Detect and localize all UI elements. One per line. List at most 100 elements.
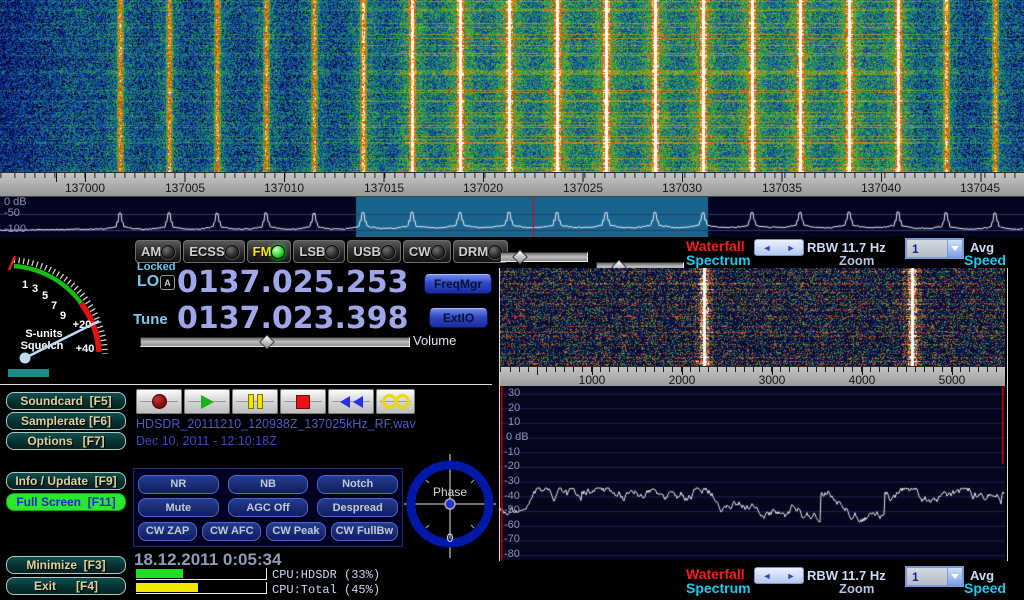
avg-dropdown-2[interactable]: 1 — [905, 566, 964, 587]
mode-button-usb[interactable]: USB — [347, 240, 400, 263]
db-label: -20 — [504, 461, 520, 472]
mode-led-icon — [325, 245, 339, 259]
volume-slider[interactable] — [140, 337, 410, 347]
tune-frequency-display[interactable]: 0137.023.398 — [177, 304, 409, 334]
mode-label: ECSS — [189, 244, 224, 259]
options-button[interactable]: Options [F7] — [6, 432, 126, 450]
agc-off-button[interactable]: AGC Off — [228, 498, 309, 517]
arrow-left-icon[interactable]: ◄ — [763, 571, 772, 581]
db-label: 20 — [508, 403, 520, 414]
mode-button-cw[interactable]: CW — [403, 240, 451, 263]
mode-label: USB — [353, 244, 380, 259]
extio-button[interactable]: ExtIO — [429, 308, 488, 328]
mode-button-lsb[interactable]: LSB — [293, 240, 345, 263]
slider-thumb[interactable] — [259, 334, 275, 350]
cw-peak-button[interactable]: CW Peak — [266, 522, 325, 541]
freq-tick-label: 137040 — [861, 181, 901, 195]
db-label: -50 — [4, 208, 20, 219]
mode-label: LSB — [299, 244, 325, 259]
wav-file-name: HDSDR_20111210_120938Z_137025kHz_RF.wav — [136, 417, 416, 431]
s-meter-label: +40 — [76, 343, 95, 355]
db-label: 10 — [508, 417, 520, 428]
freq-tick-label: 137020 — [463, 181, 503, 195]
arrow-right-icon[interactable]: ► — [787, 243, 796, 253]
af-spectrum-label-2: Spectrum — [686, 580, 751, 596]
avg-dropdown[interactable]: 1 — [905, 238, 964, 259]
mute-button[interactable]: Mute — [138, 498, 219, 517]
db-label: 0 dB — [506, 432, 529, 443]
arrow-right-icon[interactable]: ► — [787, 571, 796, 581]
s-meter-label: 7 — [51, 300, 57, 312]
freqmgr-button[interactable]: FreqMgr — [424, 274, 492, 294]
cpu-hdsdr-bar — [136, 568, 267, 580]
cw-afc-button[interactable]: CW AFC — [202, 522, 261, 541]
despread-button[interactable]: Despread — [317, 498, 398, 517]
wav-file-date: Dec 10, 2011 - 12:10:18Z — [136, 434, 277, 448]
cw-fullbw-button[interactable]: CW FullBw — [331, 522, 398, 541]
locked-label: Locked — [137, 261, 176, 273]
slider-thumb[interactable] — [512, 249, 528, 265]
scale-major-ticks — [500, 367, 1005, 375]
freq-tick-label: 137010 — [264, 181, 304, 195]
mode-label: CW — [409, 244, 431, 259]
af-spectrum-display[interactable]: 30 20 10 0 dB -10 -20 -30 -40 -50 -60 -7… — [500, 386, 1005, 560]
db-label: -80 — [504, 549, 520, 560]
record-button[interactable] — [136, 389, 182, 414]
soundcard-button[interactable]: Soundcard [F5] — [6, 392, 126, 410]
s-units-caption: S-units — [25, 328, 62, 340]
exit-button[interactable]: Exit [F4] — [6, 577, 126, 595]
cw-zap-button[interactable]: CW ZAP — [138, 522, 197, 541]
nr-button[interactable]: NR — [138, 475, 219, 494]
db-label: -50 — [504, 505, 520, 516]
mode-button-am[interactable]: AM — [135, 240, 181, 263]
db-label: 30 — [508, 388, 520, 399]
phase-zero-label: 0 — [447, 531, 454, 545]
af-pan-control[interactable]: ◄ ► — [754, 239, 804, 256]
s-meter-label: 3 — [32, 283, 38, 295]
db-label: -30 — [504, 476, 520, 487]
lo-label: LO — [137, 273, 159, 291]
tune-label: Tune — [133, 311, 168, 328]
dsp-row: NR NB Notch — [138, 475, 398, 494]
speed-label: Speed — [964, 252, 1006, 268]
pause-button[interactable] — [232, 389, 278, 414]
arrow-left-icon[interactable]: ◄ — [763, 243, 772, 253]
fullscreen-button[interactable]: Full Screen [F11] — [6, 493, 126, 511]
mode-button-ecss[interactable]: ECSS — [183, 240, 244, 263]
dropdown-arrow-icon[interactable] — [947, 240, 962, 257]
auto-badge[interactable]: A — [160, 275, 175, 290]
phase-indicator: Phase 0 — [404, 452, 496, 560]
nb-button[interactable]: NB — [228, 475, 309, 494]
mode-button-fm[interactable]: FM — [247, 240, 292, 263]
af-frequency-scale[interactable]: 1000 2000 3000 4000 5000 — [500, 366, 1005, 388]
play-button[interactable] — [184, 389, 230, 414]
mode-label: AM — [141, 244, 161, 259]
rf-frequency-scale[interactable]: 137000 137005 137010 137015 137020 13702… — [0, 172, 1024, 197]
freq-tick-label: 3000 — [759, 373, 786, 387]
af-waterfall-brightness-slider[interactable] — [500, 252, 588, 262]
lo-frequency-display[interactable]: 0137.025.253 — [177, 268, 409, 298]
rewind-button[interactable] — [328, 389, 374, 414]
af-pan-control-2[interactable]: ◄ ► — [754, 567, 804, 584]
db-label: -10 — [504, 447, 520, 458]
samplerate-button[interactable]: Samplerate [F6] — [6, 412, 126, 430]
info-update-button[interactable]: Info / Update [F9] — [6, 472, 126, 490]
notch-button[interactable]: Notch — [317, 475, 398, 494]
rf-waterfall-display[interactable] — [0, 0, 1024, 172]
stop-button[interactable] — [280, 389, 326, 414]
dropdown-arrow-icon[interactable] — [947, 568, 962, 585]
freq-tick-label: 5000 — [939, 373, 966, 387]
play-icon — [185, 390, 229, 413]
scale-minor-ticks — [0, 173, 1024, 178]
squelch-level-bar[interactable] — [8, 369, 49, 377]
mode-button-row: AM ECSS FM LSB USB CW DRM — [135, 240, 491, 262]
playback-button-row — [136, 389, 415, 414]
speed-label-2: Speed — [964, 580, 1006, 596]
dsp-button-panel: NR NB Notch Mute AGC Off Despread CW ZAP… — [133, 468, 403, 547]
af-waterfall-display[interactable] — [500, 268, 1005, 366]
rf-spectrum-display[interactable]: 0 dB -50 -100 — [0, 197, 1024, 237]
loop-button[interactable] — [376, 389, 415, 414]
freq-tick-label: 2000 — [669, 373, 696, 387]
freq-tick-label: 137025 — [563, 181, 603, 195]
minimize-button[interactable]: Minimize [F3] — [6, 556, 126, 574]
